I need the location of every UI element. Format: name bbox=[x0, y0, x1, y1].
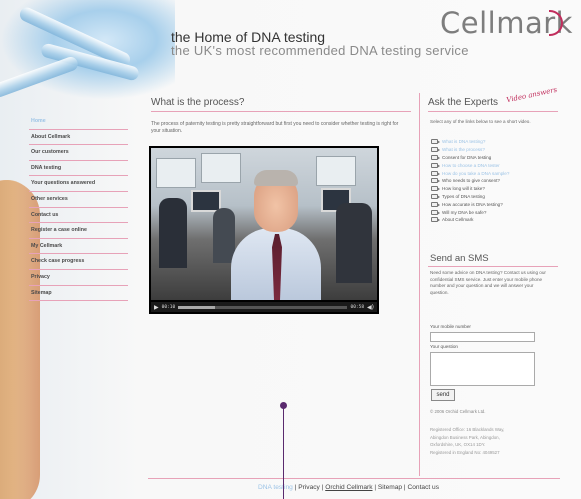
video-clip-icon bbox=[431, 217, 440, 223]
nav-item-check-progress[interactable]: Check case progress bbox=[29, 254, 128, 270]
question-label: Who needs to give consent? bbox=[442, 178, 500, 184]
ask-experts-intro: Select any of the links below to see a s… bbox=[430, 119, 531, 124]
callout-line bbox=[283, 408, 284, 499]
elapsed-time: 00:10 bbox=[161, 304, 176, 310]
video-clip-icon bbox=[431, 178, 440, 184]
question-label: Consent for DNA testing bbox=[442, 154, 492, 160]
divider bbox=[151, 111, 411, 112]
video-clip-icon bbox=[431, 139, 440, 145]
footer-link-orchid-cellmark[interactable]: Orchid Cellmark bbox=[325, 484, 372, 491]
column-divider bbox=[419, 93, 420, 476]
page-subtitle: the UK's most recommended DNA testing se… bbox=[171, 43, 469, 58]
background-person bbox=[159, 198, 187, 268]
question-label: How do you take a DNA sample? bbox=[442, 170, 510, 176]
question-label: What is DNA testing? bbox=[442, 139, 486, 145]
registered-line: Abingdon Business Park, Abingdon, bbox=[430, 434, 500, 440]
video-clip-icon bbox=[431, 154, 440, 160]
question-link[interactable]: How to choose a DNA tester bbox=[431, 161, 561, 169]
copyright-text: © 2006 Orchid Cellmark Ltd. bbox=[430, 409, 486, 414]
nav-item-other-services[interactable]: Other services bbox=[29, 192, 128, 208]
nav-item-your-questions[interactable]: Your questions answered bbox=[29, 176, 128, 192]
video-clip-icon bbox=[431, 201, 440, 207]
sms-description: Need some advice on DNA testing? Contact… bbox=[430, 270, 546, 295]
video-controls: ▶ 00:10 00:58 ◀) bbox=[151, 302, 377, 312]
footer-divider bbox=[148, 478, 560, 479]
question-label: About Cellmark bbox=[442, 217, 474, 223]
intro-text: The process of paternity testing is pret… bbox=[151, 121, 399, 134]
footer-links: DNA testing | Privacy | Orchid Cellmark … bbox=[258, 484, 439, 491]
question-label: How accurate is DNA testing? bbox=[442, 201, 503, 207]
footer-link-privacy[interactable]: Privacy bbox=[298, 484, 320, 491]
nav-item-contact-us[interactable]: Contact us bbox=[29, 208, 128, 224]
question-link[interactable]: How accurate is DNA testing? bbox=[431, 200, 561, 208]
presenter-hair bbox=[254, 170, 298, 186]
office-window bbox=[156, 158, 196, 188]
background-person bbox=[336, 203, 372, 283]
office-window bbox=[316, 156, 356, 186]
video-clip-icon bbox=[431, 209, 440, 215]
mobile-number-input[interactable] bbox=[430, 332, 535, 342]
question-textarea[interactable] bbox=[430, 352, 535, 386]
question-link[interactable]: Who needs to give consent? bbox=[431, 177, 561, 185]
question-label: What is the process? bbox=[442, 147, 485, 153]
divider bbox=[428, 111, 558, 112]
question-link[interactable]: What is DNA testing? bbox=[431, 138, 561, 146]
question-label: How to choose a DNA tester bbox=[442, 162, 500, 168]
registered-line: Registered Office: 16 Blacklands Way, bbox=[430, 427, 505, 432]
video-progress-fill bbox=[178, 305, 216, 309]
video-clip-icon bbox=[431, 170, 440, 176]
question-label: How long will it take? bbox=[442, 186, 485, 192]
play-icon[interactable]: ▶ bbox=[154, 304, 159, 311]
video-clip-icon bbox=[431, 186, 440, 192]
video-seek-bar[interactable] bbox=[178, 305, 348, 309]
office-window bbox=[201, 153, 241, 183]
nav-item-my-cellmark[interactable]: My Cellmark bbox=[29, 239, 128, 255]
question-label: Will my DNA be safe? bbox=[442, 209, 487, 215]
question-list: What is DNA testing? What is the process… bbox=[431, 138, 561, 224]
nav-item-about-cellmark[interactable]: About Cellmark bbox=[29, 130, 128, 146]
footer-link-contact-us[interactable]: Contact us bbox=[407, 484, 439, 491]
nav-item-sitemap[interactable]: Sitemap bbox=[29, 286, 128, 302]
video-player[interactable]: ▶ 00:10 00:58 ◀) bbox=[149, 146, 379, 314]
footer-link-dna-testing[interactable]: DNA testing bbox=[258, 484, 293, 491]
video-clip-icon bbox=[431, 147, 440, 153]
question-label: Types of DNA testing bbox=[442, 193, 485, 199]
question-link[interactable]: How do you take a DNA sample? bbox=[431, 169, 561, 177]
video-answers-badge: Video answers bbox=[505, 85, 558, 105]
question-link[interactable]: Will my DNA be safe? bbox=[431, 208, 561, 216]
divider bbox=[428, 266, 558, 267]
nav-item-home[interactable]: Home bbox=[29, 114, 128, 130]
question-link[interactable]: Types of DNA testing bbox=[431, 193, 561, 201]
video-clip-icon bbox=[431, 162, 440, 168]
question-link[interactable]: Consent for DNA testing bbox=[431, 154, 561, 162]
question-link[interactable]: About Cellmark bbox=[431, 216, 561, 224]
question-label: Your question bbox=[430, 344, 458, 349]
volume-icon[interactable]: ◀) bbox=[367, 304, 374, 311]
question-link[interactable]: What is the process? bbox=[431, 146, 561, 154]
nav-item-register-case[interactable]: Register a case online bbox=[29, 223, 128, 239]
background-person bbox=[213, 208, 235, 263]
video-clip-icon bbox=[431, 193, 440, 199]
ask-experts-heading: Ask the Experts bbox=[428, 97, 499, 108]
sidebar-nav: Home About Cellmark Our customers DNA te… bbox=[29, 114, 128, 302]
nav-item-privacy[interactable]: Privacy bbox=[29, 270, 128, 286]
registered-line: Registered in England No: 4049527 bbox=[430, 449, 500, 455]
main-heading: What is the process? bbox=[151, 97, 245, 108]
total-time: 00:58 bbox=[350, 304, 365, 310]
footer-link-sitemap[interactable]: Sitemap bbox=[378, 484, 402, 491]
send-button[interactable]: send bbox=[431, 389, 455, 401]
page: Cellmark the Home of DNA testing the UK'… bbox=[0, 0, 581, 499]
question-link[interactable]: How long will it take? bbox=[431, 185, 561, 193]
nav-item-dna-testing[interactable]: DNA testing bbox=[29, 161, 128, 177]
mobile-label: Your mobile number bbox=[430, 324, 471, 329]
sms-heading: Send an SMS bbox=[430, 253, 489, 264]
registered-line: Oxfordshire, UK, OX14 1DY. bbox=[430, 442, 486, 447]
registered-office: Registered Office: 16 Blacklands Way, Ab… bbox=[430, 426, 555, 456]
nav-item-our-customers[interactable]: Our customers bbox=[29, 145, 128, 161]
video-frame[interactable] bbox=[151, 148, 377, 300]
